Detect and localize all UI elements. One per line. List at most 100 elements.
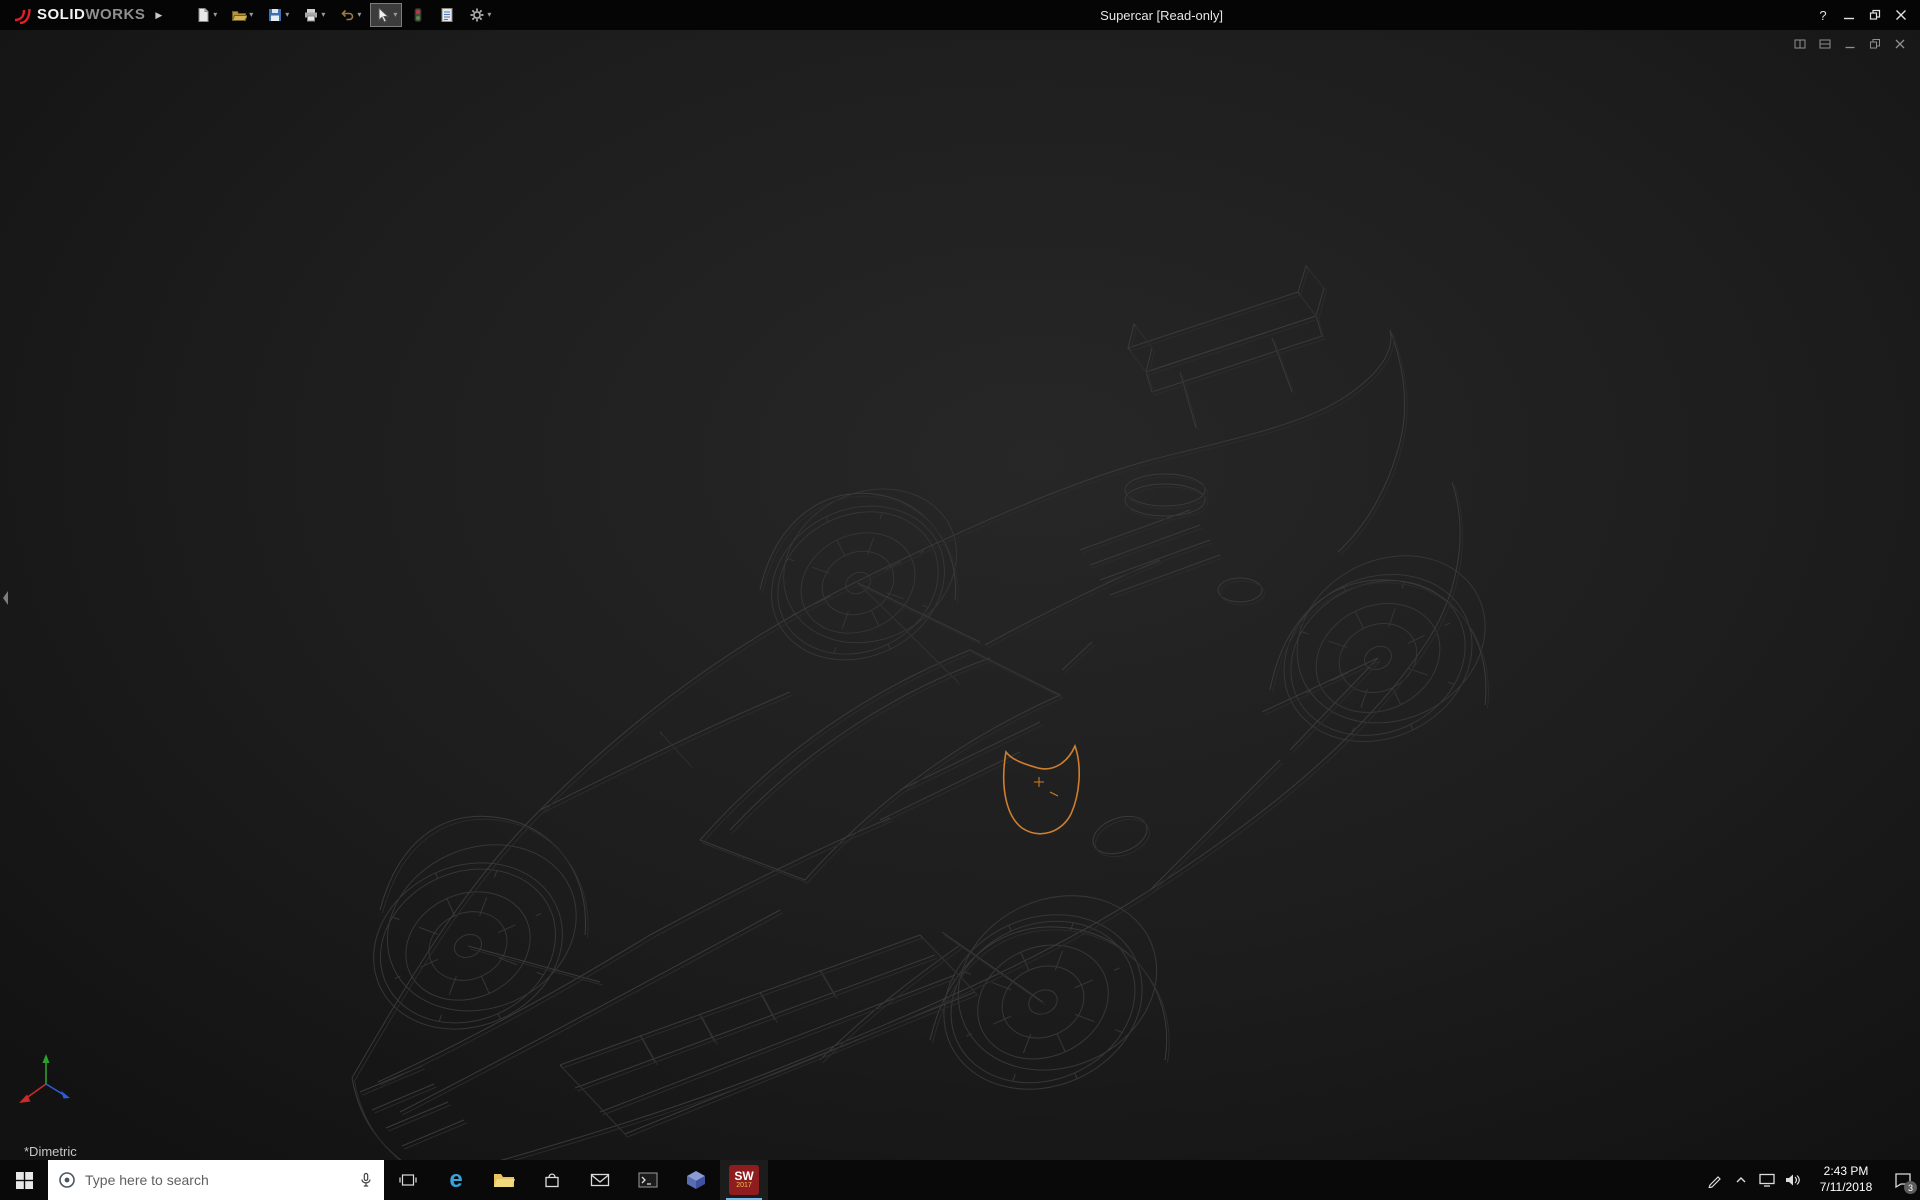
options-gear-icon xyxy=(469,7,485,23)
volume-button[interactable] xyxy=(1780,1160,1806,1200)
file-explorer-icon xyxy=(493,1171,515,1189)
chevron-up-icon xyxy=(1734,1173,1748,1187)
brand-solid: SOLID xyxy=(37,6,85,23)
ds-logo-icon xyxy=(12,6,32,24)
mail-icon xyxy=(590,1172,610,1188)
rebuild-icon xyxy=(411,7,425,23)
chevron-down-icon: ▾ xyxy=(249,11,253,19)
edge-button[interactable]: e xyxy=(432,1160,480,1200)
task-view-button[interactable] xyxy=(384,1160,432,1200)
microphone-button[interactable] xyxy=(358,1172,374,1188)
window-controls: ? xyxy=(1810,0,1914,30)
select-tool-button[interactable]: ▾ xyxy=(370,3,402,27)
edge-icon: e xyxy=(449,1168,462,1192)
doc-pane-button-2[interactable] xyxy=(1819,38,1831,50)
cortana-circle-icon xyxy=(58,1171,76,1189)
solidworks-logo: SOLIDWORKS xyxy=(12,6,145,24)
console-icon xyxy=(638,1172,658,1188)
doc-minimize-icon xyxy=(1844,38,1856,50)
chevron-down-icon: ▾ xyxy=(357,11,361,19)
clock-date: 7/11/2018 xyxy=(1815,1180,1877,1196)
restore-button[interactable] xyxy=(1862,0,1888,30)
file-properties-icon xyxy=(439,7,455,23)
doc-restore-button[interactable] xyxy=(1869,38,1881,50)
doc-pane-button-1[interactable] xyxy=(1794,38,1806,50)
pane-split-vertical-icon xyxy=(1794,38,1806,50)
open-button[interactable]: ▾ xyxy=(226,3,258,27)
print-icon xyxy=(303,7,319,23)
file-explorer-button[interactable] xyxy=(480,1160,528,1200)
open-folder-icon xyxy=(231,7,247,23)
doc-close-button[interactable] xyxy=(1894,38,1906,50)
microphone-icon xyxy=(358,1172,374,1188)
new-document-icon xyxy=(195,7,211,23)
network-icon xyxy=(1758,1172,1776,1188)
solidworks-app-button[interactable]: SW 2017 xyxy=(720,1160,768,1200)
screen: SOLIDWORKS ▶ ▾ ▾ xyxy=(0,0,1920,1200)
restore-icon xyxy=(1869,9,1881,21)
start-button[interactable] xyxy=(0,1160,48,1200)
cortana-button[interactable] xyxy=(58,1171,76,1189)
save-button[interactable]: ▾ xyxy=(262,3,294,27)
chevron-down-icon: ▾ xyxy=(393,11,397,19)
notification-badge: 3 xyxy=(1904,1181,1917,1194)
volume-icon xyxy=(1784,1172,1802,1188)
close-button[interactable] xyxy=(1888,0,1914,30)
brand-text: SOLIDWORKS xyxy=(37,6,145,24)
store-button[interactable] xyxy=(528,1160,576,1200)
console-button[interactable] xyxy=(624,1160,672,1200)
3d-viewer-button[interactable] xyxy=(672,1160,720,1200)
options-button[interactable]: ▾ xyxy=(464,3,496,27)
chevron-down-icon: ▾ xyxy=(213,11,217,19)
doc-close-icon xyxy=(1894,38,1906,50)
pen-workspace-button[interactable] xyxy=(1702,1160,1728,1200)
close-icon xyxy=(1895,9,1907,21)
tray-overflow-button[interactable] xyxy=(1728,1160,1754,1200)
doc-restore-icon xyxy=(1869,38,1881,50)
network-button[interactable] xyxy=(1754,1160,1780,1200)
rebuild-button[interactable] xyxy=(406,3,430,27)
save-icon xyxy=(267,7,283,23)
solidworks-badge-text: SW xyxy=(734,1170,753,1182)
print-button[interactable]: ▾ xyxy=(298,3,330,27)
store-bag-icon xyxy=(543,1171,561,1189)
taskbar-search xyxy=(48,1160,384,1200)
minimize-button[interactable] xyxy=(1836,0,1862,30)
mail-button[interactable] xyxy=(576,1160,624,1200)
view-orientation-label: *Dimetric xyxy=(24,1144,77,1159)
solidworks-badge-year: 2017 xyxy=(736,1182,752,1190)
orientation-triad xyxy=(14,1052,78,1114)
main-toolbar: ▾ ▾ ▾ xyxy=(190,3,496,27)
action-center-button[interactable]: 3 xyxy=(1886,1160,1920,1200)
clock-time: 2:43 PM xyxy=(1815,1164,1877,1180)
3d-cube-icon xyxy=(686,1170,706,1190)
new-document-button[interactable]: ▾ xyxy=(190,3,222,27)
undo-button[interactable]: ▾ xyxy=(334,3,366,27)
pen-icon xyxy=(1707,1172,1723,1188)
chevron-down-icon: ▾ xyxy=(285,11,289,19)
doc-minimize-button[interactable] xyxy=(1844,38,1856,50)
pane-split-horizontal-icon xyxy=(1819,38,1831,50)
chevron-down-icon: ▾ xyxy=(321,11,325,19)
minimize-icon xyxy=(1843,9,1855,21)
graphics-viewport[interactable]: *Dimetric xyxy=(0,30,1920,1160)
brand-works: WORKS xyxy=(85,6,145,23)
feature-panel-collapse-tab[interactable] xyxy=(0,586,11,610)
window-title: Supercar [Read-only] xyxy=(1100,8,1223,23)
titlebar: SOLIDWORKS ▶ ▾ ▾ xyxy=(0,0,1920,30)
menu-expand-arrow[interactable]: ▶ xyxy=(155,10,162,21)
taskbar-clock[interactable]: 2:43 PM 7/11/2018 xyxy=(1815,1164,1877,1195)
highlighted-sketch[interactable] xyxy=(1004,746,1079,834)
system-tray: 2:43 PM 7/11/2018 3 xyxy=(1702,1160,1920,1200)
windows-logo-icon xyxy=(16,1172,33,1189)
taskbar: e xyxy=(0,1160,1920,1200)
search-input[interactable] xyxy=(85,1172,349,1188)
task-view-icon xyxy=(399,1172,417,1188)
help-button[interactable]: ? xyxy=(1810,0,1836,30)
wireframe-car-model xyxy=(0,30,1920,1160)
file-properties-button[interactable] xyxy=(434,3,460,27)
chevron-left-icon xyxy=(0,586,11,610)
solidworks-app-icon: SW 2017 xyxy=(729,1165,759,1195)
undo-icon xyxy=(339,7,355,23)
chevron-down-icon: ▾ xyxy=(487,11,491,19)
